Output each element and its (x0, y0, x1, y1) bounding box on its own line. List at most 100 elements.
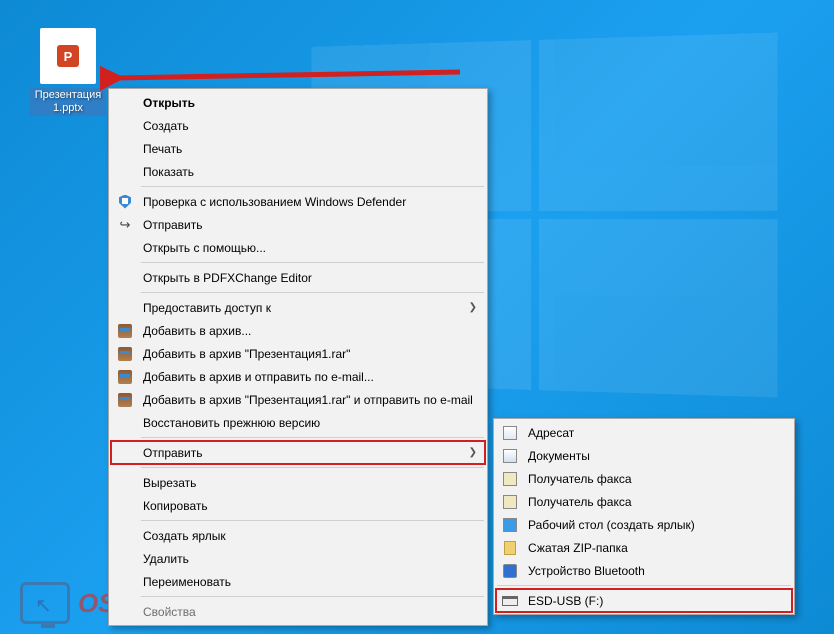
submenu-arrow-icon: ❯ (469, 447, 477, 458)
zip-icon (500, 540, 520, 556)
menu-item[interactable]: Предоставить доступ к❯ (111, 296, 485, 319)
winrar-icon (115, 323, 135, 339)
menu-icon-blank (115, 475, 135, 491)
bt-icon (500, 563, 520, 579)
menu-item-label: Открыть в PDFXChange Editor (143, 271, 477, 285)
menu-separator (141, 186, 484, 187)
menu-item-label: Открыть (143, 96, 477, 110)
menu-item-label: Отправить (143, 446, 461, 460)
menu-item[interactable]: ↪ Отправить (111, 213, 485, 236)
menu-item-label: Рабочий стол (создать ярлык) (528, 518, 784, 532)
menu-item[interactable]: Создать ярлык (111, 524, 485, 547)
menu-icon-blank (115, 240, 135, 256)
menu-item-label: Печать (143, 142, 477, 156)
menu-item[interactable]: Проверка с использованием Windows Defend… (111, 190, 485, 213)
menu-separator (141, 596, 484, 597)
winrar-icon (115, 346, 135, 362)
menu-item-label: Переименовать (143, 575, 477, 589)
menu-item-label: Создать (143, 119, 477, 133)
menu-item[interactable]: Удалить (111, 547, 485, 570)
menu-separator (141, 292, 484, 293)
winrar-icon (115, 392, 135, 408)
share-icon: ↪ (115, 217, 135, 233)
menu-item[interactable]: Открыть в PDFXChange Editor (111, 266, 485, 289)
context-menu-main: Открыть Создать Печать Показать Проверка с и… (108, 88, 488, 626)
menu-separator (141, 437, 484, 438)
sendto-menu-item[interactable]: Устройство Bluetooth (496, 559, 792, 582)
sendto-menu-item[interactable]: Рабочий стол (создать ярлык) (496, 513, 792, 536)
menu-item[interactable]: Свойства (111, 600, 485, 623)
menu-item[interactable]: Копировать (111, 494, 485, 517)
menu-item[interactable]: Открыть с помощью... (111, 236, 485, 259)
fax-icon (500, 494, 520, 510)
menu-separator (141, 520, 484, 521)
menu-icon-blank (115, 95, 135, 111)
menu-item[interactable]: Переименовать (111, 570, 485, 593)
shield-icon (115, 194, 135, 210)
menu-item-label: Предоставить доступ к (143, 301, 461, 315)
menu-item-label: ESD-USB (F:) (528, 594, 784, 608)
menu-separator (497, 585, 791, 586)
doc-icon (500, 448, 520, 464)
menu-item[interactable]: Отправить ❯ (111, 441, 485, 464)
mail-icon (500, 425, 520, 441)
watermark-monitor-icon: ↖ (20, 582, 70, 624)
file-thumbnail: P (40, 28, 96, 84)
sendto-menu-item[interactable]: Получатель факса (496, 467, 792, 490)
menu-icon-blank (115, 528, 135, 544)
menu-item-label: Документы (528, 449, 784, 463)
sendto-menu-item[interactable]: ESD-USB (F:) (496, 589, 792, 612)
sendto-menu-item[interactable]: Адресат (496, 421, 792, 444)
menu-item[interactable]: Показать (111, 160, 485, 183)
drive-icon (500, 593, 520, 609)
powerpoint-badge-icon: P (57, 45, 79, 67)
menu-icon-blank (115, 445, 135, 461)
menu-item[interactable]: Добавить в архив и отправить по e-mail..… (111, 365, 485, 388)
menu-item[interactable]: Создать (111, 114, 485, 137)
sendto-menu-item[interactable]: Документы (496, 444, 792, 467)
menu-item[interactable]: Добавить в архив "Презентация1.rar" (111, 342, 485, 365)
menu-icon-blank (115, 141, 135, 157)
menu-item-label: Копировать (143, 499, 477, 513)
menu-item-label: Добавить в архив... (143, 324, 477, 338)
menu-item-label: Сжатая ZIP-папка (528, 541, 784, 555)
fax-icon (500, 471, 520, 487)
menu-icon-blank (115, 300, 135, 316)
menu-item-label: Вырезать (143, 476, 477, 490)
menu-item[interactable]: Открыть (111, 91, 485, 114)
menu-item-label: Удалить (143, 552, 477, 566)
menu-item-label: Получатель факса (528, 472, 784, 486)
menu-item-label: Добавить в архив "Презентация1.rar" (143, 347, 477, 361)
sendto-menu-item[interactable]: Получатель факса (496, 490, 792, 513)
menu-item-label: Проверка с использованием Windows Defend… (143, 195, 477, 209)
menu-icon-blank (115, 551, 135, 567)
menu-item-label: Отправить (143, 218, 477, 232)
menu-item-label: Устройство Bluetooth (528, 564, 784, 578)
winrar-icon (115, 369, 135, 385)
menu-item-label: Добавить в архив и отправить по e-mail..… (143, 370, 477, 384)
cursor-icon: ↖ (35, 593, 52, 618)
menu-icon-blank (115, 118, 135, 134)
menu-item[interactable]: Добавить в архив "Презентация1.rar" и от… (111, 388, 485, 411)
menu-item-label: Показать (143, 165, 477, 179)
sendto-menu-item[interactable]: Сжатая ZIP-папка (496, 536, 792, 559)
desk-icon (500, 517, 520, 533)
menu-icon-blank (115, 270, 135, 286)
menu-item-label: Получатель факса (528, 495, 784, 509)
menu-icon-blank (115, 604, 135, 620)
menu-item-label: Свойства (143, 605, 477, 619)
menu-item-label: Создать ярлык (143, 529, 477, 543)
menu-icon-blank (115, 415, 135, 431)
menu-item[interactable]: Печать (111, 137, 485, 160)
menu-item[interactable]: Вырезать (111, 471, 485, 494)
context-menu-sendto: Адресат Документы Получатель факса Получате… (493, 418, 795, 615)
menu-item[interactable]: Восстановить прежнюю версию (111, 411, 485, 434)
menu-item-label: Добавить в архив "Презентация1.rar" и от… (143, 393, 477, 407)
menu-item-label: Адресат (528, 426, 784, 440)
menu-icon-blank (115, 574, 135, 590)
desktop-file-icon[interactable]: P Презентация 1.pptx (30, 28, 106, 116)
menu-separator (141, 467, 484, 468)
menu-separator (141, 262, 484, 263)
file-name-label: Презентация 1.pptx (30, 88, 106, 116)
menu-item[interactable]: Добавить в архив... (111, 319, 485, 342)
